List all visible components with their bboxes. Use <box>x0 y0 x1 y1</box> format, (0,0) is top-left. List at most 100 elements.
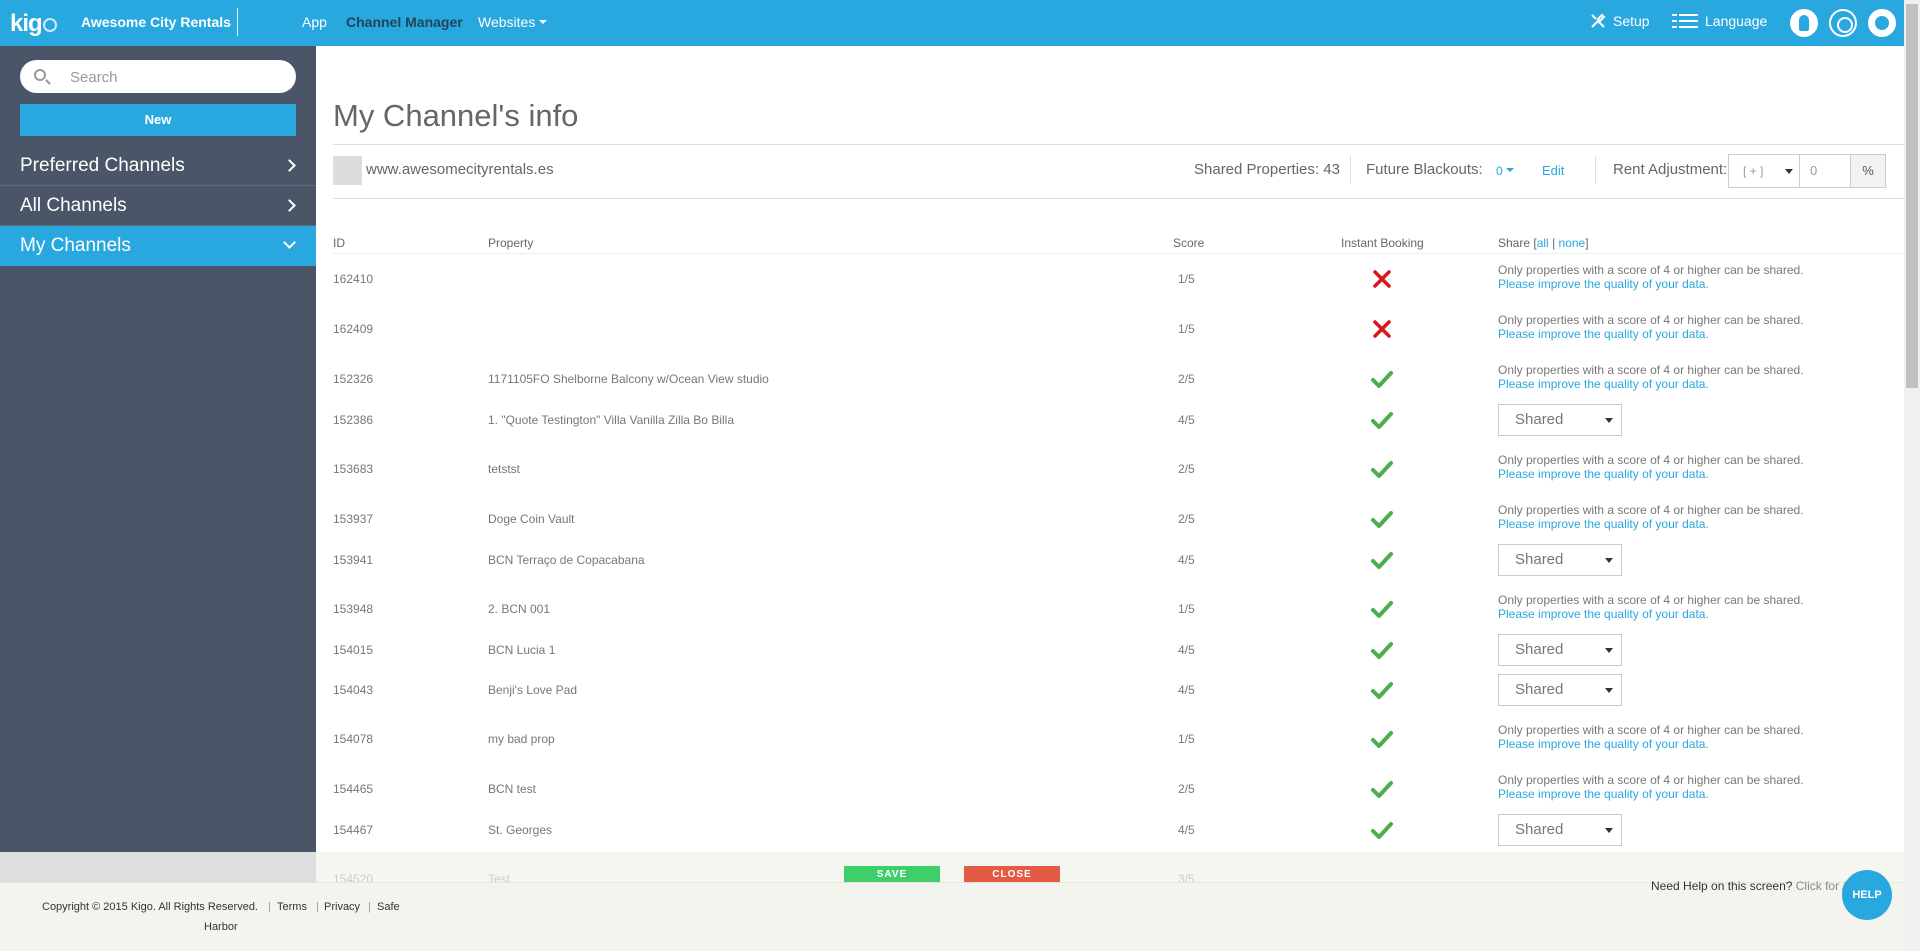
cell-property[interactable]: Benji's Love Pad <box>488 683 577 697</box>
tools-icon <box>1591 13 1606 28</box>
share-select[interactable]: Shared <box>1498 544 1622 576</box>
action-bar: 154520 Test 3/5 <box>316 852 1904 886</box>
check-icon[interactable] <box>1370 777 1394 801</box>
table-row: 153948 2. BCN 001 1/5 Only properties with … <box>316 584 1904 634</box>
share-notice: Only properties with a score of 4 or hig… <box>1498 453 1804 481</box>
sidebar-item-preferred-channels[interactable]: Preferred Channels <box>0 146 316 186</box>
check-icon[interactable] <box>1370 818 1394 842</box>
check-icon[interactable] <box>1370 727 1394 751</box>
table-row: 152326 1171105FO Shelborne Balcony w/Ocea… <box>316 354 1904 404</box>
share-notice: Only properties with a score of 4 or hig… <box>1498 363 1804 391</box>
share-notice-text: Only properties with a score of 4 or hig… <box>1498 723 1804 737</box>
privacy-link[interactable]: Privacy <box>324 901 360 913</box>
table-row: 153941 BCN Terraço de Copacabana 4/5 Shared <box>316 540 1904 580</box>
table-row: 154467 St. Georges 4/5 Shared <box>316 810 1904 850</box>
safe-harbor-link[interactable]: Safe <box>377 901 400 913</box>
cell-score: 4/5 <box>1178 413 1195 427</box>
share-none-link[interactable]: none <box>1559 236 1586 250</box>
cell-id: 152326 <box>333 372 374 386</box>
check-icon[interactable] <box>1370 638 1394 662</box>
user-profile-icon[interactable] <box>1790 9 1818 37</box>
share-select[interactable]: Shared <box>1498 404 1622 436</box>
cell-property[interactable]: 1. "Quote Testington" Villa Vanilla Zill… <box>488 413 734 427</box>
kigo-logo[interactable]: kig <box>10 10 57 38</box>
cell-property[interactable]: 2. BCN 001 <box>488 602 550 616</box>
check-icon[interactable] <box>1370 678 1394 702</box>
improve-data-link[interactable]: Please improve the quality of your data. <box>1498 327 1804 341</box>
support-headset-icon[interactable] <box>1829 9 1857 37</box>
table-row: 162410 1/5 Only properties with a score of… <box>316 254 1904 304</box>
rent-adjustment-label: Rent Adjustment: <box>1613 161 1728 178</box>
check-icon[interactable] <box>1370 457 1394 481</box>
sidebar-item-all-channels[interactable]: All Channels <box>0 186 316 226</box>
share-select[interactable]: Shared <box>1498 814 1622 846</box>
divider <box>1350 156 1351 184</box>
share-all-link[interactable]: all <box>1537 236 1549 250</box>
company-name[interactable]: Awesome City Rentals <box>81 14 231 30</box>
check-icon[interactable] <box>1370 507 1394 531</box>
topbar-divider <box>237 8 238 36</box>
help-button[interactable]: HELP <box>1842 870 1892 920</box>
copyright-text: Copyright © 2015 Kigo. All Rights Reserv… <box>42 901 258 913</box>
improve-data-link[interactable]: Please improve the quality of your data. <box>1498 517 1804 531</box>
cell-property[interactable]: St. Georges <box>488 823 552 837</box>
globe-icon[interactable] <box>1868 9 1896 37</box>
table-row: 153683 tetstst 2/5 Only properties with a s… <box>316 444 1904 494</box>
footer-separator: | <box>268 901 271 913</box>
share-select[interactable]: Shared <box>1498 674 1622 706</box>
terms-link[interactable]: Terms <box>277 901 307 913</box>
cell-score: 1/5 <box>1178 732 1195 746</box>
check-icon[interactable] <box>1370 597 1394 621</box>
search-box[interactable] <box>20 60 296 93</box>
percent-addon: % <box>1850 154 1886 188</box>
page-scrollbar-thumb[interactable] <box>1906 4 1918 388</box>
cell-property[interactable]: tetstst <box>488 462 520 476</box>
cell-property[interactable]: BCN test <box>488 782 536 796</box>
nav-app[interactable]: App <box>302 14 327 30</box>
rent-adjustment-input[interactable]: 0 <box>1799 154 1851 188</box>
shared-properties-count: Shared Properties: 43 <box>1194 161 1340 178</box>
check-icon[interactable] <box>1370 408 1394 432</box>
cross-icon[interactable] <box>1370 317 1394 341</box>
share-select[interactable]: Shared <box>1498 634 1622 666</box>
improve-data-link[interactable]: Please improve the quality of your data. <box>1498 277 1804 291</box>
search-input[interactable] <box>70 66 280 88</box>
cell-score: 2/5 <box>1178 462 1195 476</box>
improve-data-link[interactable]: Please improve the quality of your data. <box>1498 787 1804 801</box>
rent-adjustment-sign: [ + ] <box>1743 164 1764 178</box>
future-blackouts-dropdown[interactable]: 0 <box>1496 164 1514 178</box>
cell-property[interactable]: 1171105FO Shelborne Balcony w/Ocean View… <box>488 372 769 386</box>
improve-data-link[interactable]: Please improve the quality of your data. <box>1498 607 1804 621</box>
cell-property[interactable]: my bad prop <box>488 732 555 746</box>
rent-adjustment-sign-select[interactable]: [ + ] <box>1728 154 1800 188</box>
cell-id: 154015 <box>333 643 374 657</box>
setup-link[interactable]: Setup <box>1590 13 1650 29</box>
check-icon[interactable] <box>1370 367 1394 391</box>
table-row: 152386 1. "Quote Testington" Villa Vanill… <box>316 400 1904 440</box>
cell-property[interactable]: BCN Lucia 1 <box>488 643 555 657</box>
table-row: 154465 BCN test 2/5 Only properties with a … <box>316 764 1904 814</box>
sidebar-item-my-channels[interactable]: My Channels <box>0 226 316 266</box>
improve-data-link[interactable]: Please improve the quality of your data. <box>1498 737 1804 751</box>
language-link[interactable]: Language <box>1672 13 1767 29</box>
nav-websites[interactable]: Websites <box>478 14 548 30</box>
improve-data-link[interactable]: Please improve the quality of your data. <box>1498 467 1804 481</box>
cell-property[interactable]: BCN Terraço de Copacabana <box>488 553 645 567</box>
nav-channel-manager[interactable]: Channel Manager <box>346 14 463 30</box>
column-header-instant-booking: Instant Booking <box>1341 236 1424 250</box>
new-button[interactable]: New <box>20 104 296 136</box>
improve-data-link[interactable]: Please improve the quality of your data. <box>1498 377 1804 391</box>
table-row: 154043 Benji's Love Pad 4/5 Shared <box>316 670 1904 710</box>
cell-score: 4/5 <box>1178 553 1195 567</box>
cross-icon[interactable] <box>1370 267 1394 291</box>
share-notice-text: Only properties with a score of 4 or hig… <box>1498 503 1804 517</box>
cell-property[interactable]: Doge Coin Vault <box>488 512 575 526</box>
share-select-value: Shared <box>1515 411 1564 428</box>
share-notice-text: Only properties with a score of 4 or hig… <box>1498 313 1804 327</box>
safe-harbor-link-cont[interactable]: Harbor <box>204 921 238 933</box>
dropdown-arrow-icon <box>1785 169 1793 174</box>
check-icon[interactable] <box>1370 548 1394 572</box>
share-notice: Only properties with a score of 4 or hig… <box>1498 503 1804 531</box>
dropdown-arrow-icon <box>1605 688 1613 693</box>
edit-blackouts-link[interactable]: Edit <box>1542 163 1564 178</box>
